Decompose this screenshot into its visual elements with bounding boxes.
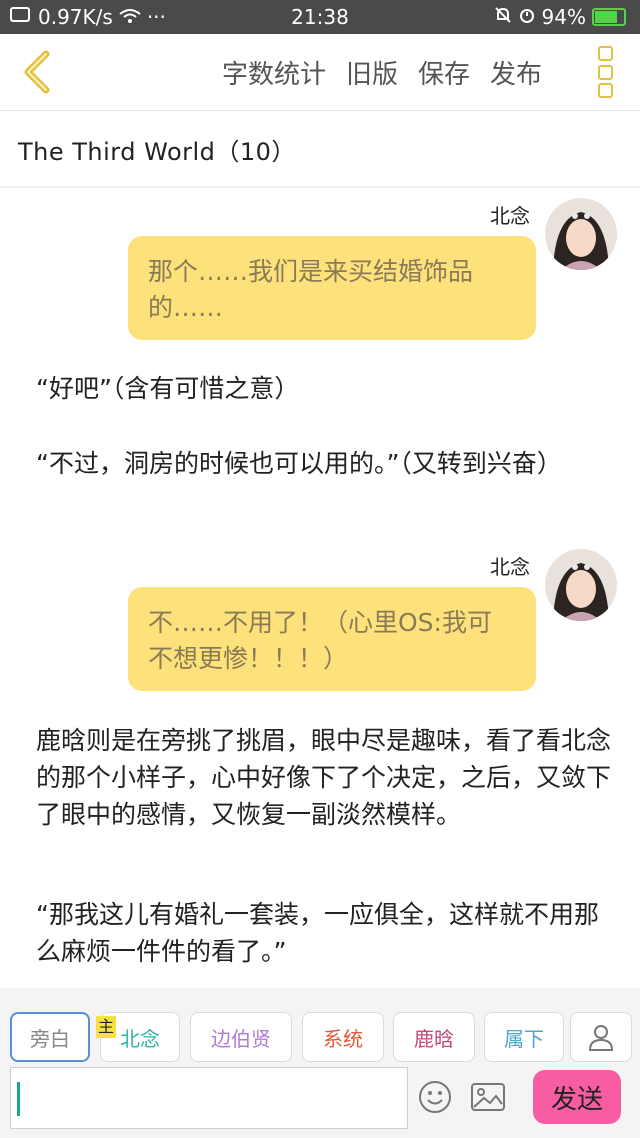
image-icon bbox=[471, 1083, 505, 1111]
menu-dot-icon bbox=[598, 83, 613, 98]
divider bbox=[0, 186, 640, 188]
emoji-button[interactable] bbox=[418, 1080, 452, 1118]
chapter-title[interactable]: The Third World（10） bbox=[18, 132, 296, 167]
avatar-image bbox=[545, 198, 617, 270]
add-role-button[interactable] bbox=[570, 1012, 632, 1062]
send-button[interactable]: 发送 bbox=[533, 1070, 621, 1124]
speaker-name: 北念 bbox=[490, 555, 530, 579]
person-icon bbox=[588, 1025, 614, 1051]
narration[interactable]: 鹿晗则是在旁挑了挑眉，眼中尽是趣味，看了看北念的那个小样子，心中好像下了个决定，… bbox=[36, 722, 616, 833]
battery-percent: 94% bbox=[541, 5, 586, 29]
avatar[interactable] bbox=[545, 549, 617, 621]
status-right: 94% bbox=[494, 5, 626, 29]
role-chip-luhan[interactable]: 鹿晗 bbox=[393, 1012, 475, 1062]
avatar[interactable] bbox=[545, 198, 617, 270]
mute-icon bbox=[494, 5, 512, 29]
role-chip-system[interactable]: 系统 bbox=[302, 1012, 384, 1062]
narration[interactable]: “好吧”（含有可惜之意） bbox=[36, 370, 616, 407]
role-chip-baekhyun[interactable]: 边伯贤 bbox=[190, 1012, 292, 1062]
message-input[interactable] bbox=[10, 1067, 408, 1129]
menu-dot-icon bbox=[598, 46, 613, 61]
role-chip-narrator[interactable]: 旁白 bbox=[10, 1012, 90, 1062]
narration[interactable]: “不过，洞房的时候也可以用的。”（又转到兴奋） bbox=[36, 445, 616, 482]
narration[interactable]: “那我这儿有婚礼一套装，一应俱全，这样就不用那么麻烦一件件的看了。” bbox=[36, 896, 616, 970]
main-role-badge: 主 bbox=[96, 1016, 117, 1038]
more-menu-button[interactable] bbox=[598, 46, 613, 98]
alarm-icon bbox=[518, 5, 536, 29]
menu-dot-icon bbox=[598, 64, 613, 80]
image-button[interactable] bbox=[470, 1082, 506, 1116]
message-bubble[interactable]: 不……不用了！（心里OS:我可不想更惨！！！） bbox=[128, 587, 536, 691]
role-chip-subordinate[interactable]: 属下 bbox=[484, 1012, 564, 1062]
text-cursor bbox=[17, 1082, 20, 1116]
word-count-button[interactable]: 字数统计 bbox=[222, 54, 326, 91]
emoji-icon bbox=[419, 1081, 451, 1113]
top-bar: 字数统计 旧版 保存 发布 bbox=[0, 34, 640, 111]
message-bubble[interactable]: 那个……我们是来买结婚饰品的…… bbox=[128, 236, 536, 340]
battery-icon bbox=[592, 8, 626, 26]
old-version-button[interactable]: 旧版 bbox=[346, 54, 398, 91]
save-button[interactable]: 保存 bbox=[418, 54, 470, 91]
publish-button[interactable]: 发布 bbox=[490, 54, 542, 91]
avatar-image bbox=[545, 549, 617, 621]
back-button[interactable] bbox=[18, 48, 58, 96]
chevron-left-icon bbox=[24, 50, 50, 94]
speaker-name: 北念 bbox=[490, 204, 530, 228]
top-menu: 字数统计 旧版 保存 发布 bbox=[222, 54, 542, 91]
status-bar: 0.97K/s ··· 21:38 94% bbox=[0, 0, 640, 34]
